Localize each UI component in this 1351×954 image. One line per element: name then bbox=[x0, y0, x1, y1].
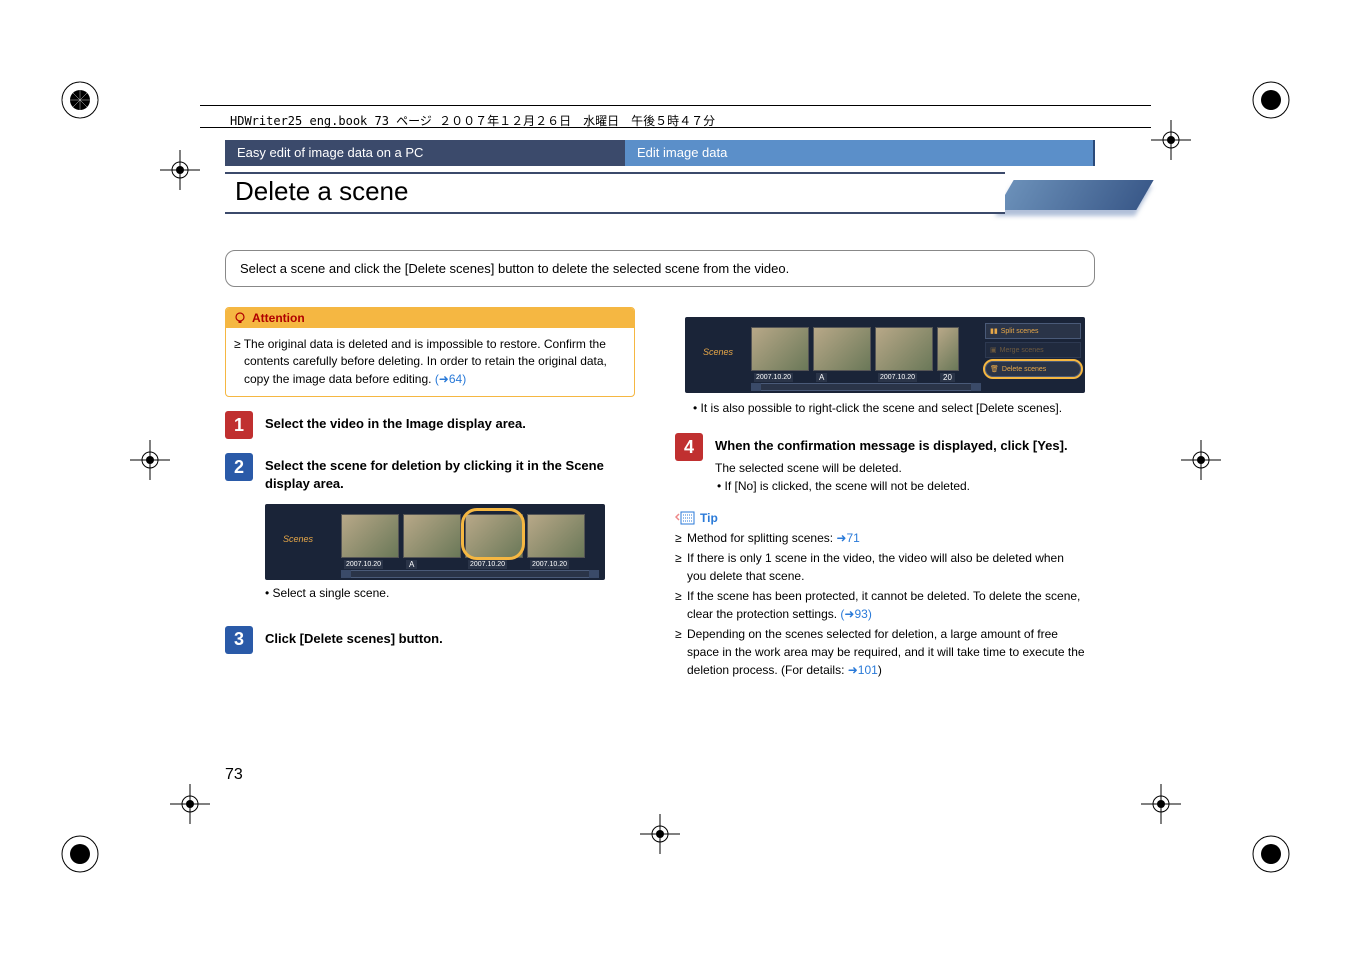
thumbnail-date: 2007.10.20 bbox=[344, 560, 383, 569]
step-subtext: The selected scene will be deleted. bbox=[715, 461, 1068, 475]
action-panel: ▮▮Split scenes ▣Merge scenes 🗑Delete sce… bbox=[985, 323, 1081, 377]
scroll-right-button[interactable] bbox=[589, 570, 599, 578]
thumbnail-badge: A bbox=[406, 560, 417, 569]
scene-screenshot: Scenes 2007.10.20 A 2007.10.20 20 ▮▮Spli… bbox=[685, 317, 1085, 393]
scroll-right-button[interactable] bbox=[971, 383, 981, 391]
tip-label: Tip bbox=[700, 511, 718, 525]
tip-icon bbox=[675, 511, 695, 525]
summary-box: Select a scene and click the [Delete sce… bbox=[225, 250, 1095, 287]
step-number: 3 bbox=[225, 626, 253, 654]
thumbnail-date: 2007.10.20 bbox=[468, 560, 507, 569]
crop-mark-icon bbox=[1181, 440, 1221, 480]
step-note: • Select a single scene. bbox=[265, 586, 635, 600]
step-text: Select the scene for deletion by clickin… bbox=[265, 453, 635, 493]
scroll-left-button[interactable] bbox=[751, 383, 761, 391]
step-number: 2 bbox=[225, 453, 253, 481]
tab-subsection: Edit image data bbox=[625, 140, 1095, 166]
crop-mark-icon bbox=[1151, 120, 1191, 160]
thumbnail-date: 2007.10.20 bbox=[754, 373, 793, 382]
tip-text: If there is only 1 scene in the video, t… bbox=[687, 549, 1085, 585]
scene-thumbnail[interactable]: 2007.10.20 bbox=[527, 514, 585, 558]
bullet-icon: ≥ bbox=[675, 587, 681, 623]
scene-thumbnail[interactable]: 2007.10.20 bbox=[465, 514, 523, 558]
crop-mark-icon bbox=[640, 814, 680, 854]
tip-text: Depending on the scenes selected for del… bbox=[687, 627, 1085, 677]
scroll-left-button[interactable] bbox=[341, 570, 351, 578]
header-rule bbox=[200, 127, 1151, 128]
tip-header: Tip bbox=[675, 511, 1085, 525]
page-link[interactable]: ➜71 bbox=[836, 531, 859, 545]
step-number: 1 bbox=[225, 411, 253, 439]
attention-text: The original data is deleted and is impo… bbox=[244, 337, 607, 386]
step-note: • It is also possible to right-click the… bbox=[693, 401, 1085, 415]
header-rule bbox=[200, 105, 1151, 106]
tip-text-suffix: ) bbox=[878, 663, 882, 677]
step-1: 1 Select the video in the Image display … bbox=[225, 411, 635, 439]
attention-body: ≥ The original data is deleted and is im… bbox=[226, 328, 634, 396]
scrollbar[interactable] bbox=[341, 570, 599, 578]
scene-thumbnail[interactable]: 20 bbox=[937, 327, 959, 371]
bullet-icon: ≥ bbox=[675, 549, 681, 585]
scrollbar[interactable] bbox=[751, 383, 981, 391]
step-text: When the confirmation message is display… bbox=[715, 433, 1068, 455]
bullet-icon: ≥ bbox=[234, 337, 244, 351]
title-decoration bbox=[996, 180, 1153, 210]
tip-body: ≥Method for splitting scenes: ➜71 ≥If th… bbox=[675, 529, 1085, 679]
scene-thumbnail[interactable]: A bbox=[813, 327, 871, 371]
registration-mark-icon bbox=[1251, 80, 1291, 120]
step-text: Click [Delete scenes] button. bbox=[265, 626, 443, 654]
thumbnail-strip: 2007.10.20 A 2007.10.20 2007.10.20 bbox=[341, 514, 585, 558]
attention-label: Attention bbox=[252, 311, 305, 325]
scene-thumbnail[interactable]: 2007.10.20 bbox=[751, 327, 809, 371]
trash-icon: 🗑 bbox=[990, 365, 999, 373]
tip-text: Method for splitting scenes: bbox=[687, 531, 836, 545]
registration-mark-icon bbox=[60, 834, 100, 874]
right-column: Scenes 2007.10.20 A 2007.10.20 20 ▮▮Spli… bbox=[675, 307, 1085, 681]
merge-scenes-button[interactable]: ▣Merge scenes bbox=[985, 342, 1081, 358]
bullet-icon: ≥ bbox=[675, 529, 681, 547]
thumbnail-date: 2007.10.20 bbox=[530, 560, 569, 569]
registration-mark-icon bbox=[60, 80, 100, 120]
scene-thumbnail[interactable]: 2007.10.20 bbox=[341, 514, 399, 558]
left-column: Attention ≥ The original data is deleted… bbox=[225, 307, 635, 681]
registration-mark-icon bbox=[1251, 834, 1291, 874]
thumbnail-strip: 2007.10.20 A 2007.10.20 20 bbox=[751, 327, 959, 371]
crop-mark-icon bbox=[130, 440, 170, 480]
thumbnail-badge: 20 bbox=[940, 373, 955, 382]
step-number: 4 bbox=[675, 433, 703, 461]
tab-section: Easy edit of image data on a PC bbox=[225, 140, 625, 166]
split-scenes-button[interactable]: ▮▮Split scenes bbox=[985, 323, 1081, 339]
step-4: 4 When the confirmation message is displ… bbox=[675, 433, 1085, 493]
scene-thumbnail[interactable]: A bbox=[403, 514, 461, 558]
crop-mark-icon bbox=[160, 150, 200, 190]
step-text: Select the video in the Image display ar… bbox=[265, 411, 526, 439]
attention-header: Attention bbox=[226, 308, 634, 328]
crop-mark-icon bbox=[1141, 784, 1181, 824]
bulb-icon bbox=[234, 312, 246, 324]
page-link[interactable]: (➜93) bbox=[840, 607, 871, 621]
page-title: Delete a scene bbox=[235, 176, 408, 207]
scenes-label: Scenes bbox=[703, 347, 733, 357]
step-2: 2 Select the scene for deletion by click… bbox=[225, 453, 635, 493]
crop-mark-icon bbox=[170, 784, 210, 824]
scene-screenshot: Scenes 2007.10.20 A 2007.10.20 2007.10.2… bbox=[265, 504, 605, 580]
step-note: • If [No] is clicked, the scene will not… bbox=[717, 479, 1068, 493]
page-number: 73 bbox=[225, 766, 243, 784]
bullet-icon: ≥ bbox=[675, 625, 681, 679]
merge-icon: ▣ bbox=[990, 346, 997, 354]
page-link[interactable]: (➜64) bbox=[435, 372, 466, 386]
split-icon: ▮▮ bbox=[990, 327, 998, 335]
section-tabs: Easy edit of image data on a PC Edit ima… bbox=[225, 140, 1095, 166]
thumbnail-badge: A bbox=[816, 373, 827, 382]
delete-scenes-button[interactable]: 🗑Delete scenes bbox=[985, 361, 1081, 377]
scene-thumbnail[interactable]: 2007.10.20 bbox=[875, 327, 933, 371]
tip-text: If the scene has been protected, it cann… bbox=[687, 589, 1080, 621]
scenes-label: Scenes bbox=[283, 534, 313, 544]
page-title-bar: Delete a scene bbox=[225, 172, 1095, 222]
page-link[interactable]: ➜101 bbox=[848, 663, 878, 677]
thumbnail-date: 2007.10.20 bbox=[878, 373, 917, 382]
attention-box: Attention ≥ The original data is deleted… bbox=[225, 307, 635, 397]
step-3: 3 Click [Delete scenes] button. bbox=[225, 626, 635, 654]
